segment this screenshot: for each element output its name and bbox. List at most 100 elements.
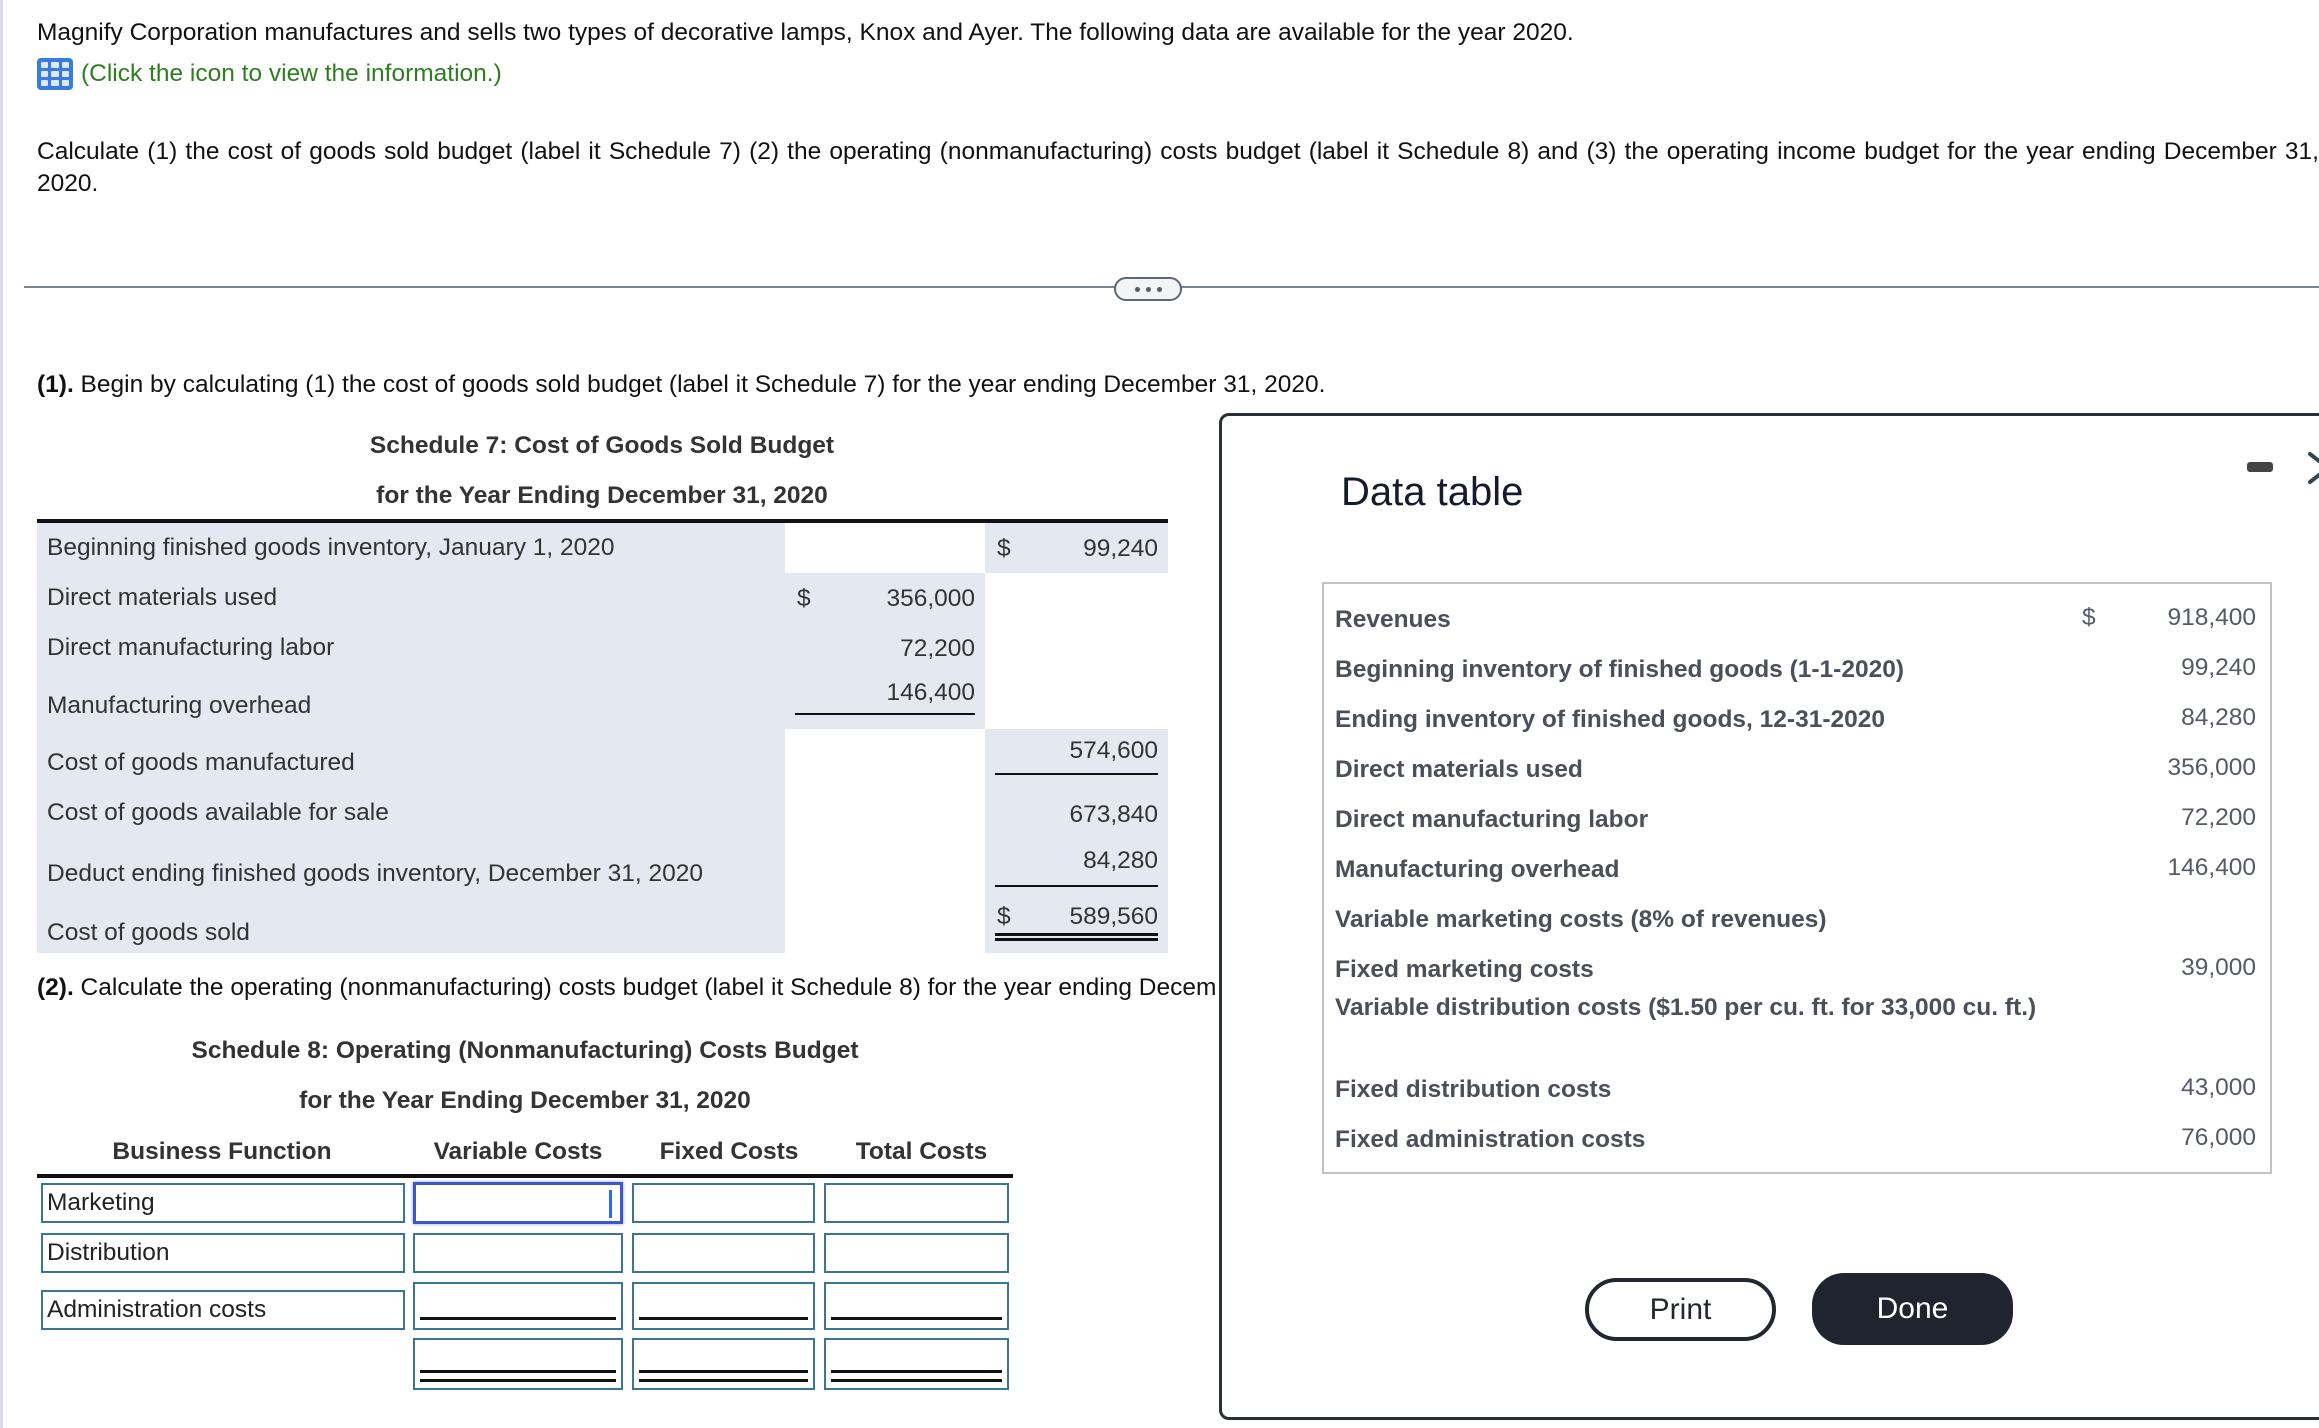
underline <box>639 1317 808 1320</box>
double-underline <box>831 1370 1002 1382</box>
row-label: Deduct ending finished goods inventory, … <box>37 841 785 897</box>
col1-cell <box>785 729 985 785</box>
step2-text: Calculate the operating (nonmanufacturin… <box>80 974 1217 1001</box>
data-row-label: Variable distribution costs ($1.50 per c… <box>1335 994 2037 1021</box>
text-caret <box>609 1190 612 1218</box>
table-row: Beginning finished goods inventory, Janu… <box>37 523 1168 573</box>
header-fixed-costs: Fixed Costs <box>659 1138 799 1165</box>
amount: 589,560 <box>1069 903 1158 930</box>
row-label: Beginning finished goods inventory, Janu… <box>37 523 785 573</box>
amount: 356,000 <box>886 585 975 612</box>
dollar-sign: $ <box>997 535 1011 562</box>
step1-prefix: (1). <box>37 371 74 398</box>
close-icon[interactable] <box>2308 450 2319 486</box>
data-row-value: 39,000 <box>2181 954 2256 981</box>
administration-label-field[interactable]: Administration costs <box>41 1290 405 1330</box>
col2-cell <box>985 623 1168 673</box>
data-row-label: Fixed distribution costs <box>1335 1076 1612 1103</box>
data-row-value: 356,000 <box>2167 754 2256 781</box>
header-business-function: Business Function <box>112 1138 332 1165</box>
col1-cell <box>785 785 985 841</box>
col2-cell: $589,560 <box>985 897 1168 953</box>
amount: 146,400 <box>886 679 975 706</box>
data-row-label: Direct materials used <box>1335 756 1583 783</box>
col2-cell: $99,240 <box>985 523 1168 573</box>
marketing-label-field[interactable]: Marketing <box>41 1183 405 1223</box>
step1-instruction: (1). Begin by calculating (1) the cost o… <box>37 371 1325 399</box>
underline <box>795 713 975 715</box>
amount: 574,600 <box>1069 737 1158 764</box>
data-row-value: 918,400 <box>2167 604 2256 631</box>
data-row-label: Direct manufacturing labor <box>1335 806 1649 833</box>
print-button[interactable]: Print <box>1585 1278 1776 1341</box>
instructions: Calculate (1) the cost of goods sold bud… <box>37 138 2319 197</box>
data-row-value: 72,200 <box>2181 804 2256 831</box>
row-label: Manufacturing overhead <box>37 673 785 729</box>
data-row-value: 99,240 <box>2181 654 2256 681</box>
header-variable-costs: Variable Costs <box>433 1138 603 1165</box>
data-row-value: 146,400 <box>2167 854 2256 881</box>
col1-cell <box>785 841 985 897</box>
schedule8-title: Schedule 8: Operating (Nonmanufacturing)… <box>191 1037 859 1064</box>
dot-icon <box>1145 286 1151 292</box>
col1-cell: $356,000 <box>785 573 985 623</box>
row-label: Cost of goods manufactured <box>37 729 785 785</box>
data-row-label: Fixed marketing costs <box>1335 956 1594 983</box>
amount: 72,200 <box>900 635 975 662</box>
distribution-label-field[interactable]: Distribution <box>41 1233 405 1273</box>
underline <box>995 885 1158 887</box>
info-link[interactable]: (Click the icon to view the information.… <box>37 58 502 90</box>
table-row: Manufacturing overhead 146,400 <box>37 673 1168 729</box>
data-row-label: Variable marketing costs (8% of revenues… <box>1335 906 1827 933</box>
underline <box>420 1317 616 1320</box>
dollar-sign: $ <box>997 903 1011 930</box>
done-button[interactable]: Done <box>1812 1273 2013 1345</box>
administration-fixed-input[interactable] <box>632 1282 815 1330</box>
col2-cell <box>985 673 1168 729</box>
row-label: Cost of goods available for sale <box>37 785 785 841</box>
administration-variable-input[interactable] <box>413 1282 623 1330</box>
double-underline <box>995 933 1158 941</box>
col1-cell: 146,400 <box>785 673 985 729</box>
data-row-label: Revenues <box>1335 606 1451 633</box>
dot-icon <box>1134 286 1140 292</box>
total-fixed-input[interactable] <box>632 1338 815 1390</box>
underline <box>995 773 1158 775</box>
col1-cell <box>785 897 985 953</box>
distribution-total-input[interactable] <box>824 1233 1009 1273</box>
amount: 84,280 <box>1083 847 1158 874</box>
distribution-variable-input[interactable] <box>413 1233 623 1273</box>
schedule7-table: Beginning finished goods inventory, Janu… <box>37 519 1168 953</box>
step1-text: Begin by calculating (1) the cost of goo… <box>73 371 1326 398</box>
row-label: Direct manufacturing labor <box>37 623 785 673</box>
table-row: Direct materials used $356,000 <box>37 573 1168 623</box>
distribution-fixed-input[interactable] <box>632 1233 815 1273</box>
modal-title: Data table <box>1341 470 1524 514</box>
total-variable-input[interactable] <box>413 1338 623 1390</box>
col2-cell: 574,600 <box>985 729 1168 785</box>
table-row: Direct manufacturing labor 72,200 <box>37 623 1168 673</box>
info-link-text[interactable]: (Click the icon to view the information.… <box>81 60 502 88</box>
double-underline <box>420 1370 616 1382</box>
amount: 673,840 <box>1069 801 1158 828</box>
marketing-total-input[interactable] <box>824 1183 1009 1223</box>
data-row-label: Ending inventory of finished goods, 12-3… <box>1335 706 1885 733</box>
header-total-costs: Total Costs <box>855 1138 988 1165</box>
administration-total-input[interactable] <box>824 1282 1009 1330</box>
table-row: Cost of goods sold $589,560 <box>37 897 1168 953</box>
table-grid-icon[interactable] <box>37 58 73 90</box>
minimize-icon[interactable] <box>2247 462 2273 472</box>
problem-intro: Magnify Corporation manufactures and sel… <box>37 19 1574 46</box>
col2-cell: 673,840 <box>985 785 1168 841</box>
data-row-label: Fixed administration costs <box>1335 1126 1646 1153</box>
marketing-fixed-input[interactable] <box>632 1183 815 1223</box>
dollar-sign: $ <box>797 585 811 612</box>
expand-toggle-button[interactable] <box>1114 277 1182 301</box>
marketing-variable-input[interactable] <box>413 1182 623 1224</box>
left-border <box>0 0 3 1428</box>
dot-icon <box>1156 286 1162 292</box>
step2-instruction: (2). Calculate the operating (nonmanufac… <box>37 974 1217 1002</box>
schedule7-title: Schedule 7: Cost of Goods Sold Budget <box>369 432 835 459</box>
double-underline <box>639 1370 808 1382</box>
total-total-input[interactable] <box>824 1338 1009 1390</box>
